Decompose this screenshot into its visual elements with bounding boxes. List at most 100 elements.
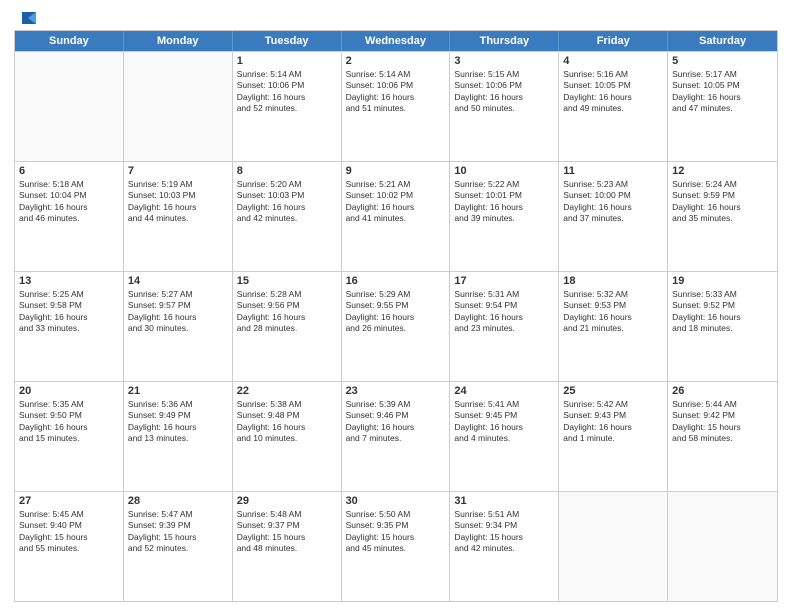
day-number: 23 bbox=[346, 385, 446, 397]
day-info: Sunrise: 5:31 AM Sunset: 9:54 PM Dayligh… bbox=[454, 289, 554, 335]
day-info: Sunrise: 5:44 AM Sunset: 9:42 PM Dayligh… bbox=[672, 399, 773, 445]
day-info: Sunrise: 5:29 AM Sunset: 9:55 PM Dayligh… bbox=[346, 289, 446, 335]
day-info: Sunrise: 5:39 AM Sunset: 9:46 PM Dayligh… bbox=[346, 399, 446, 445]
cal-cell: 14 Sunrise: 5:27 AM Sunset: 9:57 PM Dayli… bbox=[124, 272, 233, 381]
day-number: 7 bbox=[128, 165, 228, 177]
cal-cell: 21 Sunrise: 5:36 AM Sunset: 9:49 PM Dayli… bbox=[124, 382, 233, 491]
day-number: 16 bbox=[346, 275, 446, 287]
day-number: 11 bbox=[563, 165, 663, 177]
day-info: Sunrise: 5:27 AM Sunset: 9:57 PM Dayligh… bbox=[128, 289, 228, 335]
header-day-tuesday: Tuesday bbox=[233, 31, 342, 51]
cal-cell: 4Sunrise: 5:16 AM Sunset: 10:05 PM Dayli… bbox=[559, 52, 668, 161]
day-number: 20 bbox=[19, 385, 119, 397]
day-info: Sunrise: 5:51 AM Sunset: 9:34 PM Dayligh… bbox=[454, 509, 554, 555]
cal-cell: 28 Sunrise: 5:47 AM Sunset: 9:39 PM Dayli… bbox=[124, 492, 233, 601]
day-number: 19 bbox=[672, 275, 773, 287]
day-info: Sunrise: 5:24 AM Sunset: 9:59 PM Dayligh… bbox=[672, 179, 773, 225]
logo-icon bbox=[14, 10, 36, 26]
day-number: 3 bbox=[454, 55, 554, 67]
day-number: 28 bbox=[128, 495, 228, 507]
week-row-5: 27 Sunrise: 5:45 AM Sunset: 9:40 PM Dayli… bbox=[15, 491, 777, 601]
day-number: 27 bbox=[19, 495, 119, 507]
cal-cell: 29 Sunrise: 5:48 AM Sunset: 9:37 PM Dayli… bbox=[233, 492, 342, 601]
day-number: 31 bbox=[454, 495, 554, 507]
week-row-3: 13 Sunrise: 5:25 AM Sunset: 9:58 PM Dayli… bbox=[15, 271, 777, 381]
cal-cell: 20 Sunrise: 5:35 AM Sunset: 9:50 PM Dayli… bbox=[15, 382, 124, 491]
calendar-header: SundayMondayTuesdayWednesdayThursdayFrid… bbox=[15, 31, 777, 51]
header-day-thursday: Thursday bbox=[450, 31, 559, 51]
cal-cell: 1 Sunrise: 5:14 AM Sunset: 10:06 PM Dayli… bbox=[233, 52, 342, 161]
header-day-friday: Friday bbox=[559, 31, 668, 51]
header-day-saturday: Saturday bbox=[668, 31, 777, 51]
week-row-2: 6Sunrise: 5:18 AM Sunset: 10:04 PM Dayli… bbox=[15, 161, 777, 271]
day-info: Sunrise: 5:45 AM Sunset: 9:40 PM Dayligh… bbox=[19, 509, 119, 555]
day-number: 13 bbox=[19, 275, 119, 287]
header bbox=[14, 10, 778, 26]
day-number: 2 bbox=[346, 55, 446, 67]
day-number: 29 bbox=[237, 495, 337, 507]
day-info: Sunrise: 5:16 AM Sunset: 10:05 PM Daylig… bbox=[563, 69, 663, 115]
cal-cell bbox=[668, 492, 777, 601]
cal-cell: 12 Sunrise: 5:24 AM Sunset: 9:59 PM Dayli… bbox=[668, 162, 777, 271]
cal-cell: 30Sunrise: 5:50 AM Sunset: 9:35 PM Dayli… bbox=[342, 492, 451, 601]
cal-cell: 3 Sunrise: 5:15 AM Sunset: 10:06 PM Dayli… bbox=[450, 52, 559, 161]
day-number: 10 bbox=[454, 165, 554, 177]
day-info: Sunrise: 5:47 AM Sunset: 9:39 PM Dayligh… bbox=[128, 509, 228, 555]
day-info: Sunrise: 5:35 AM Sunset: 9:50 PM Dayligh… bbox=[19, 399, 119, 445]
day-number: 24 bbox=[454, 385, 554, 397]
cal-cell: 13 Sunrise: 5:25 AM Sunset: 9:58 PM Dayli… bbox=[15, 272, 124, 381]
day-info: Sunrise: 5:20 AM Sunset: 10:03 PM Daylig… bbox=[237, 179, 337, 225]
header-day-sunday: Sunday bbox=[15, 31, 124, 51]
day-info: Sunrise: 5:15 AM Sunset: 10:06 PM Daylig… bbox=[454, 69, 554, 115]
day-number: 26 bbox=[672, 385, 773, 397]
day-info: Sunrise: 5:36 AM Sunset: 9:49 PM Dayligh… bbox=[128, 399, 228, 445]
day-info: Sunrise: 5:33 AM Sunset: 9:52 PM Dayligh… bbox=[672, 289, 773, 335]
cal-cell: 27 Sunrise: 5:45 AM Sunset: 9:40 PM Dayli… bbox=[15, 492, 124, 601]
day-number: 12 bbox=[672, 165, 773, 177]
day-number: 1 bbox=[237, 55, 337, 67]
header-day-monday: Monday bbox=[124, 31, 233, 51]
cal-cell bbox=[15, 52, 124, 161]
day-number: 9 bbox=[346, 165, 446, 177]
page: SundayMondayTuesdayWednesdayThursdayFrid… bbox=[0, 0, 792, 612]
cal-cell: 8Sunrise: 5:20 AM Sunset: 10:03 PM Dayli… bbox=[233, 162, 342, 271]
day-number: 21 bbox=[128, 385, 228, 397]
cal-cell: 31 Sunrise: 5:51 AM Sunset: 9:34 PM Dayli… bbox=[450, 492, 559, 601]
day-number: 18 bbox=[563, 275, 663, 287]
day-number: 22 bbox=[237, 385, 337, 397]
cal-cell: 15Sunrise: 5:28 AM Sunset: 9:56 PM Dayli… bbox=[233, 272, 342, 381]
cal-cell: 17 Sunrise: 5:31 AM Sunset: 9:54 PM Dayli… bbox=[450, 272, 559, 381]
day-info: Sunrise: 5:18 AM Sunset: 10:04 PM Daylig… bbox=[19, 179, 119, 225]
day-number: 17 bbox=[454, 275, 554, 287]
day-info: Sunrise: 5:38 AM Sunset: 9:48 PM Dayligh… bbox=[237, 399, 337, 445]
logo bbox=[14, 10, 36, 26]
day-number: 25 bbox=[563, 385, 663, 397]
day-info: Sunrise: 5:23 AM Sunset: 10:00 PM Daylig… bbox=[563, 179, 663, 225]
day-info: Sunrise: 5:19 AM Sunset: 10:03 PM Daylig… bbox=[128, 179, 228, 225]
day-info: Sunrise: 5:14 AM Sunset: 10:06 PM Daylig… bbox=[346, 69, 446, 115]
day-info: Sunrise: 5:32 AM Sunset: 9:53 PM Dayligh… bbox=[563, 289, 663, 335]
cal-cell: 22 Sunrise: 5:38 AM Sunset: 9:48 PM Dayli… bbox=[233, 382, 342, 491]
day-info: Sunrise: 5:28 AM Sunset: 9:56 PM Dayligh… bbox=[237, 289, 337, 335]
week-row-1: 1 Sunrise: 5:14 AM Sunset: 10:06 PM Dayli… bbox=[15, 51, 777, 161]
cal-cell: 24Sunrise: 5:41 AM Sunset: 9:45 PM Dayli… bbox=[450, 382, 559, 491]
cal-cell: 19 Sunrise: 5:33 AM Sunset: 9:52 PM Dayli… bbox=[668, 272, 777, 381]
day-number: 14 bbox=[128, 275, 228, 287]
cal-cell: 11 Sunrise: 5:23 AM Sunset: 10:00 PM Dayl… bbox=[559, 162, 668, 271]
day-info: Sunrise: 5:14 AM Sunset: 10:06 PM Daylig… bbox=[237, 69, 337, 115]
day-info: Sunrise: 5:50 AM Sunset: 9:35 PM Dayligh… bbox=[346, 509, 446, 555]
day-info: Sunrise: 5:21 AM Sunset: 10:02 PM Daylig… bbox=[346, 179, 446, 225]
cal-cell: 7 Sunrise: 5:19 AM Sunset: 10:03 PM Dayli… bbox=[124, 162, 233, 271]
header-day-wednesday: Wednesday bbox=[342, 31, 451, 51]
cal-cell bbox=[124, 52, 233, 161]
day-info: Sunrise: 5:25 AM Sunset: 9:58 PM Dayligh… bbox=[19, 289, 119, 335]
day-info: Sunrise: 5:48 AM Sunset: 9:37 PM Dayligh… bbox=[237, 509, 337, 555]
cal-cell: 6Sunrise: 5:18 AM Sunset: 10:04 PM Dayli… bbox=[15, 162, 124, 271]
cal-cell: 25Sunrise: 5:42 AM Sunset: 9:43 PM Dayli… bbox=[559, 382, 668, 491]
cal-cell: 16 Sunrise: 5:29 AM Sunset: 9:55 PM Dayli… bbox=[342, 272, 451, 381]
cal-cell: 18 Sunrise: 5:32 AM Sunset: 9:53 PM Dayli… bbox=[559, 272, 668, 381]
cal-cell: 10Sunrise: 5:22 AM Sunset: 10:01 PM Dayl… bbox=[450, 162, 559, 271]
day-info: Sunrise: 5:17 AM Sunset: 10:05 PM Daylig… bbox=[672, 69, 773, 115]
cal-cell: 5 Sunrise: 5:17 AM Sunset: 10:05 PM Dayli… bbox=[668, 52, 777, 161]
day-number: 5 bbox=[672, 55, 773, 67]
